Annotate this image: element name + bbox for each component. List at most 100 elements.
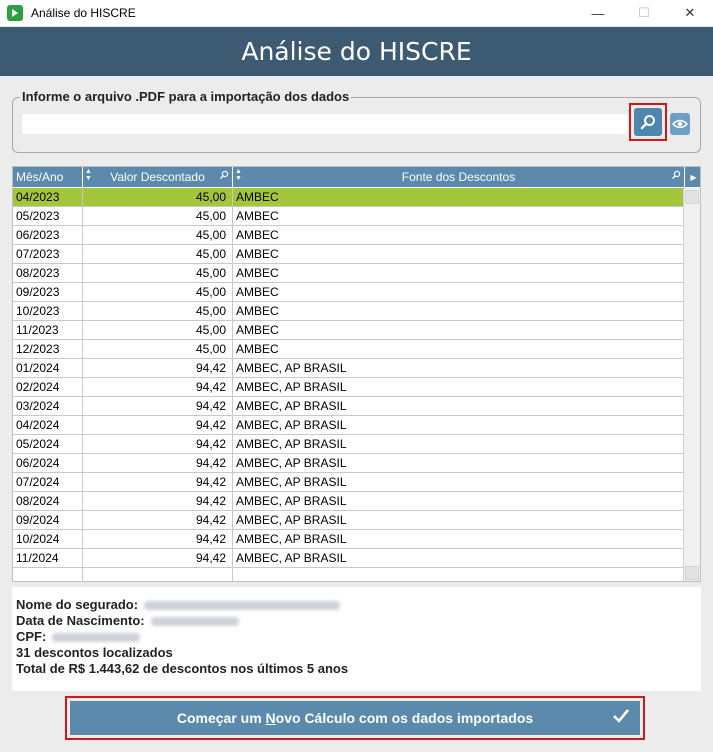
cell-valor: 45,00 — [83, 207, 233, 225]
redacted-cpf — [52, 632, 141, 642]
filter-search-icon[interactable] — [671, 170, 681, 180]
table-row[interactable]: 11/2023 45,00 AMBEC — [13, 321, 685, 340]
table-row[interactable]: 05/2024 94,42 AMBEC, AP BRASIL — [13, 435, 685, 454]
eye-icon — [672, 119, 688, 129]
birth-date-line: Data de Nascimento: — [16, 613, 697, 629]
cell-valor: 45,00 — [83, 226, 233, 244]
cell-fonte: AMBEC, AP BRASIL — [233, 473, 685, 491]
cell-fonte: AMBEC — [233, 226, 685, 244]
maximize-button: ☐ — [638, 5, 650, 20]
cell-valor: 94,42 — [83, 378, 233, 396]
cell-valor: 45,00 — [83, 283, 233, 301]
window-title: Análise do HISCRE — [31, 6, 136, 20]
accelerator-key: N — [265, 710, 276, 726]
table-row[interactable]: 11/2024 94,42 AMBEC, AP BRASIL — [13, 549, 685, 568]
start-calculation-highlight: Começar um Novo Cálculo com os dados imp… — [65, 696, 645, 740]
cell-mes-ano: 06/2023 — [13, 226, 83, 244]
table-row[interactable]: 04/2023 45,00 AMBEC — [13, 188, 685, 207]
cell-fonte: AMBEC — [233, 302, 685, 320]
cell-fonte: AMBEC, AP BRASIL — [233, 397, 685, 415]
cell-fonte: AMBEC — [233, 264, 685, 282]
cell-mes-ano: 04/2024 — [13, 416, 83, 434]
table-row[interactable]: 08/2023 45,00 AMBEC — [13, 264, 685, 283]
import-group-legend: Informe o arquivo .PDF para a importação… — [20, 89, 352, 104]
column-header-label: Fonte dos Descontos — [401, 170, 516, 184]
cell-mes-ano: 08/2023 — [13, 264, 83, 282]
cell-valor: 45,00 — [83, 245, 233, 263]
table-row[interactable]: 05/2023 45,00 AMBEC — [13, 207, 685, 226]
table-row[interactable]: 09/2023 45,00 AMBEC — [13, 283, 685, 302]
column-header-label: Valor Descontado — [110, 170, 205, 184]
cell-valor: 94,42 — [83, 492, 233, 510]
cell-valor: 94,42 — [83, 435, 233, 453]
table-row[interactable]: 07/2024 94,42 AMBEC, AP BRASIL — [13, 473, 685, 492]
cell-valor: 94,42 — [83, 549, 233, 567]
scroll-down-button[interactable] — [685, 566, 699, 580]
cell-mes-ano: 11/2023 — [13, 321, 83, 339]
cell-mes-ano: 09/2024 — [13, 511, 83, 529]
redacted-birth-date — [150, 616, 239, 626]
table-row[interactable]: 02/2024 94,42 AMBEC, AP BRASIL — [13, 378, 685, 397]
app-icon — [7, 5, 23, 21]
column-header-valor[interactable]: ▲ ▼ Valor Descontado — [83, 167, 233, 187]
cell-valor: 94,42 — [83, 473, 233, 491]
cell-mes-ano: 08/2024 — [13, 492, 83, 510]
column-chooser-button[interactable]: ▶ — [685, 167, 700, 187]
table-row[interactable]: 12/2023 45,00 AMBEC — [13, 340, 685, 359]
table-row[interactable]: 10/2023 45,00 AMBEC — [13, 302, 685, 321]
cell-valor: 45,00 — [83, 321, 233, 339]
cell-valor: 45,00 — [83, 264, 233, 282]
table-row-empty — [13, 568, 685, 581]
table-row[interactable]: 09/2024 94,42 AMBEC, AP BRASIL — [13, 511, 685, 530]
window-controls: — ☐ ✕ — [575, 0, 713, 26]
page-title: Análise do HISCRE — [241, 37, 472, 66]
table-row[interactable]: 08/2024 94,42 AMBEC, AP BRASIL — [13, 492, 685, 511]
insured-name-line: Nome do segurado: — [16, 597, 697, 613]
search-button[interactable] — [634, 108, 662, 136]
cpf-line: CPF: — [16, 629, 697, 645]
title-bar: Análise do HISCRE — ☐ ✕ — [0, 0, 713, 26]
cell-mes-ano: 02/2024 — [13, 378, 83, 396]
column-header-fonte[interactable]: ▲ ▼ Fonte dos Descontos — [233, 167, 685, 187]
cell-fonte: AMBEC — [233, 245, 685, 263]
cell-mes-ano: 04/2023 — [13, 188, 83, 206]
grid-rows: 04/2023 45,00 AMBEC 05/2023 45,00 AMBEC 06/202… — [13, 188, 685, 581]
check-icon — [613, 709, 630, 723]
cell-fonte: AMBEC, AP BRASIL — [233, 435, 685, 453]
cell-valor: 94,42 — [83, 511, 233, 529]
button-label: Começar um Novo Cálculo com os dados imp… — [177, 710, 533, 726]
info-panel: Nome do segurado: Data de Nascimento: CP… — [12, 587, 701, 691]
start-new-calculation-button[interactable]: Começar um Novo Cálculo com os dados imp… — [70, 701, 640, 735]
cell-mes-ano: 11/2024 — [13, 549, 83, 567]
table-row[interactable]: 01/2024 94,42 AMBEC, AP BRASIL — [13, 359, 685, 378]
vertical-scrollbar[interactable] — [683, 188, 700, 581]
cell-valor: 94,42 — [83, 397, 233, 415]
cell-fonte: AMBEC, AP BRASIL — [233, 492, 685, 510]
table-row[interactable]: 07/2023 45,00 AMBEC — [13, 245, 685, 264]
cell-fonte: AMBEC, AP BRASIL — [233, 530, 685, 548]
redacted-name — [144, 600, 341, 610]
column-header-mes-ano[interactable]: Mês/Ano — [13, 167, 83, 187]
filter-search-icon[interactable] — [219, 170, 229, 180]
discounts-grid[interactable]: Mês/Ano ▲ ▼ Valor Descontado ▲ ▼ Fonte dos… — [12, 166, 701, 582]
pdf-file-input[interactable] — [22, 114, 628, 134]
cell-fonte: AMBEC, AP BRASIL — [233, 359, 685, 377]
view-pdf-button[interactable] — [670, 113, 690, 135]
cell-valor: 45,00 — [83, 188, 233, 206]
close-button[interactable]: ✕ — [667, 0, 713, 26]
table-row[interactable]: 06/2024 94,42 AMBEC, AP BRASIL — [13, 454, 685, 473]
sort-icon: ▲ ▼ — [235, 168, 242, 182]
cell-valor: 94,42 — [83, 416, 233, 434]
table-row[interactable]: 04/2024 94,42 AMBEC, AP BRASIL — [13, 416, 685, 435]
cell-mes-ano: 05/2023 — [13, 207, 83, 225]
table-row[interactable]: 06/2023 45,00 AMBEC — [13, 226, 685, 245]
cell-mes-ano: 07/2023 — [13, 245, 83, 263]
cell-valor: 94,42 — [83, 454, 233, 472]
cell-fonte: AMBEC — [233, 207, 685, 225]
table-row[interactable]: 10/2024 94,42 AMBEC, AP BRASIL — [13, 530, 685, 549]
scroll-up-button[interactable] — [685, 190, 699, 204]
table-row[interactable]: 03/2024 94,42 AMBEC, AP BRASIL — [13, 397, 685, 416]
column-header-label: Mês/Ano — [16, 170, 64, 184]
minimize-button[interactable]: — — [575, 0, 621, 26]
cell-fonte: AMBEC, AP BRASIL — [233, 416, 685, 434]
